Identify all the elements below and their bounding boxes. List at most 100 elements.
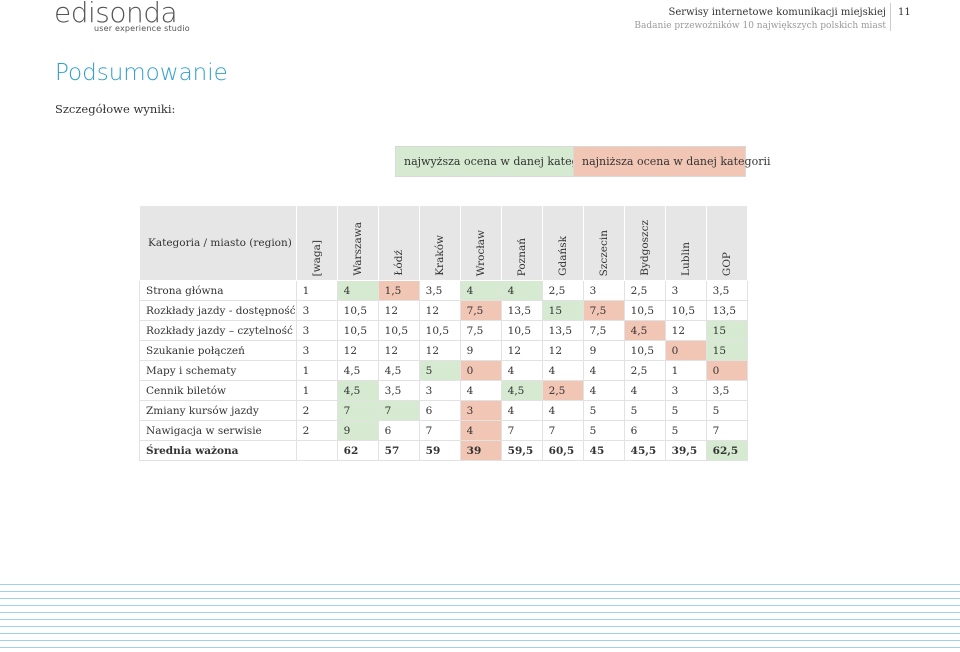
score-cell: 4 [500, 400, 543, 421]
score-cell: 12 [377, 340, 420, 361]
table-header-row: Kategoria / miasto (region) [waga] Warsza… [139, 205, 748, 281]
decoration-line [0, 591, 960, 592]
decoration-line [0, 605, 960, 606]
score-cell: 3 [582, 280, 625, 301]
decoration-line [0, 619, 960, 620]
weight-cell: 1 [295, 380, 338, 401]
table-total-row: Średnia ważona 62 57 59 39 59,5 60,5 45 45,5 39,5… [139, 440, 748, 461]
score-cell: 2,5 [541, 280, 584, 301]
column-header: Szczecin [582, 205, 625, 281]
results-table: Kategoria / miasto (region) [waga] Warsza… [139, 205, 748, 461]
score-cell: 7,5 [459, 300, 502, 321]
score-cell: 10,5 [336, 300, 379, 321]
score-cell: 12 [418, 340, 461, 361]
category-label: Rozkłady jazdy - dostępność [139, 300, 297, 321]
score-cell: 9 [336, 420, 379, 441]
decoration-line [0, 640, 960, 641]
score-cell: 15 [705, 340, 748, 361]
score-cell: 4 [500, 360, 543, 381]
table-row: Cennik biletów 1 4,5 3,5 3 4 4,5 2,5 4 4 3 3,5 [139, 380, 748, 401]
score-cell: 5 [418, 360, 461, 381]
decoration-line [0, 598, 960, 599]
score-cell: 2,5 [541, 380, 584, 401]
score-cell: 4 [623, 380, 666, 401]
score-cell: 9 [459, 340, 502, 361]
score-cell: 5 [705, 400, 748, 421]
score-cell: 12 [377, 300, 420, 321]
category-label: Mapy i schematy [139, 360, 297, 381]
score-cell: 0 [664, 340, 707, 361]
score-cell: 3,5 [705, 380, 748, 401]
score-cell: 10,5 [623, 340, 666, 361]
score-cell: 12 [664, 320, 707, 341]
column-header: Poznań [500, 205, 543, 281]
column-header-label: Łódź [392, 250, 405, 276]
weight-cell: 3 [295, 340, 338, 361]
column-header: Bydgoszcz [623, 205, 666, 281]
score-cell: 6 [623, 420, 666, 441]
score-cell: 1 [664, 360, 707, 381]
table-row: Nawigacja w serwisie 2 9 6 7 4 7 7 5 6 5 7 [139, 420, 748, 441]
logo-tagline: user experience studio [94, 24, 190, 33]
score-cell: 4 [459, 280, 502, 301]
category-label: Szukanie połączeń [139, 340, 297, 361]
score-cell: 4 [459, 420, 502, 441]
score-cell: 7 [705, 420, 748, 441]
decoration-line [0, 647, 960, 648]
score-cell: 60,5 [541, 440, 584, 461]
score-cell: 5 [664, 400, 707, 421]
header-divider [890, 3, 891, 31]
score-cell: 57 [377, 440, 420, 461]
score-cell: 2,5 [623, 280, 666, 301]
score-cell: 0 [459, 360, 502, 381]
score-cell: 3 [459, 400, 502, 421]
weight-cell: 1 [295, 360, 338, 381]
score-cell: 10,5 [336, 320, 379, 341]
score-cell: 5 [582, 420, 625, 441]
score-cell: 7 [336, 400, 379, 421]
table-body: Strona główna 1 4 1,5 3,5 4 4 2,5 3 2,5 3 3,5 Rozkła… [139, 280, 748, 461]
score-cell: 7,5 [582, 300, 625, 321]
company-logo: edisonda user experience studio [54, 0, 190, 36]
color-legend: najwyższa ocena w danej kategorii najniż… [395, 146, 771, 177]
decoration-line [0, 584, 960, 585]
score-cell: 13,5 [705, 300, 748, 321]
score-cell: 6 [377, 420, 420, 441]
decoration-line [0, 633, 960, 634]
score-cell: 10,5 [623, 300, 666, 321]
score-cell: 4,5 [623, 320, 666, 341]
score-cell: 3 [664, 380, 707, 401]
score-cell: 10,5 [500, 320, 543, 341]
score-cell: 7,5 [459, 320, 502, 341]
score-cell: 15 [705, 320, 748, 341]
score-cell: 4,5 [500, 380, 543, 401]
score-cell: 15 [541, 300, 584, 321]
column-header-label: [waga] [310, 239, 323, 276]
total-label: Średnia ważona [139, 440, 297, 461]
score-cell: 7 [377, 400, 420, 421]
column-header-label: GOP [720, 251, 733, 276]
table-row: Mapy i schematy 1 4,5 4,5 5 0 4 4 4 2,5 1 0 [139, 360, 748, 381]
page-number: 11 [898, 7, 911, 18]
score-cell: 0 [705, 360, 748, 381]
score-cell: 62 [336, 440, 379, 461]
score-cell: 4 [582, 360, 625, 381]
score-cell: 12 [541, 340, 584, 361]
column-header-label: Lublin [679, 242, 692, 276]
score-cell: 4 [459, 380, 502, 401]
legend-lowest: najniższa ocena w danej kategorii [573, 146, 771, 177]
table-row: Rozkłady jazdy - dostępność 3 10,5 12 12 7,5 1… [139, 300, 748, 321]
score-cell: 39,5 [664, 440, 707, 461]
score-cell: 9 [582, 340, 625, 361]
score-cell: 12 [336, 340, 379, 361]
table-row: Strona główna 1 4 1,5 3,5 4 4 2,5 3 2,5 3 3,5 [139, 280, 748, 301]
decoration-line [0, 626, 960, 627]
category-label: Zmiany kursów jazdy [139, 400, 297, 421]
score-cell: 4,5 [336, 360, 379, 381]
column-header-label: Gdańsk [556, 236, 569, 276]
column-header: Wrocław [459, 205, 502, 281]
score-cell: 10,5 [418, 320, 461, 341]
score-cell: 59,5 [500, 440, 543, 461]
column-header-label: Poznań [515, 237, 528, 276]
column-header: Kraków [418, 205, 461, 281]
